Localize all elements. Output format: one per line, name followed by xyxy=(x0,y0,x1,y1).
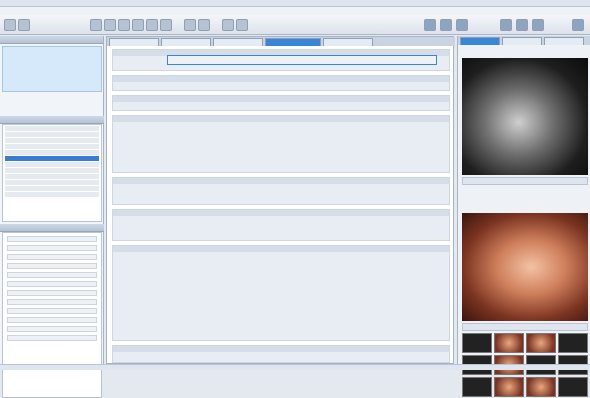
tree-row[interactable] xyxy=(5,126,99,131)
title-bar xyxy=(0,0,590,7)
toolbar-button-17[interactable] xyxy=(516,19,528,31)
indication-input[interactable] xyxy=(167,55,437,65)
toolbar-button-12[interactable] xyxy=(236,19,248,31)
tree-row[interactable] xyxy=(5,162,99,167)
toolbar-button-9[interactable] xyxy=(184,19,196,31)
detail-form xyxy=(2,232,102,398)
status-bar xyxy=(0,364,590,370)
report-tab[interactable] xyxy=(323,38,373,46)
patient-panel-header xyxy=(0,36,103,44)
tree-row-selected[interactable] xyxy=(5,156,99,161)
thumbnail[interactable] xyxy=(462,377,492,397)
thumbnail[interactable] xyxy=(558,377,588,397)
tree-row[interactable] xyxy=(5,138,99,143)
thumbnail[interactable] xyxy=(558,333,588,353)
patient-card[interactable] xyxy=(2,46,102,92)
detail-field[interactable] xyxy=(7,299,97,305)
tree-row[interactable] xyxy=(5,174,99,179)
tree-row[interactable] xyxy=(5,144,99,149)
toolbar-button-19[interactable] xyxy=(572,19,584,31)
detail-field[interactable] xyxy=(7,308,97,314)
exam-tree[interactable] xyxy=(2,124,102,222)
report-tab[interactable] xyxy=(161,38,211,46)
tree-row[interactable] xyxy=(5,180,99,185)
ultrasound-image[interactable] xyxy=(462,58,588,175)
image-tab-active[interactable] xyxy=(460,37,500,45)
detail-field[interactable] xyxy=(7,326,97,332)
main-toolbar xyxy=(0,15,590,35)
tree-row[interactable] xyxy=(5,150,99,155)
form-section xyxy=(112,245,450,341)
tree-row[interactable] xyxy=(5,186,99,191)
toolbar-button-8[interactable] xyxy=(160,19,172,31)
form-section xyxy=(112,95,450,111)
detail-field[interactable] xyxy=(7,263,97,269)
detail-field[interactable] xyxy=(7,317,97,323)
image-toolbar[interactable] xyxy=(462,323,588,331)
form-section xyxy=(112,177,450,205)
toolbar-button-4[interactable] xyxy=(104,19,116,31)
form-section xyxy=(112,115,450,173)
report-tab[interactable] xyxy=(109,38,159,46)
report-tab[interactable] xyxy=(213,38,263,46)
3d-render-image[interactable] xyxy=(462,213,588,321)
detail-field[interactable] xyxy=(7,245,97,251)
toolbar-button-16[interactable] xyxy=(500,19,512,31)
toolbar-button-5[interactable] xyxy=(118,19,130,31)
toolbar-button-14[interactable] xyxy=(440,19,452,31)
report-form xyxy=(106,36,455,364)
image-toolbar[interactable] xyxy=(462,177,588,185)
toolbar-button-10[interactable] xyxy=(198,19,210,31)
tree-row[interactable] xyxy=(5,168,99,173)
form-section xyxy=(112,75,450,91)
thumbnail[interactable] xyxy=(462,333,492,353)
toolbar-button-7[interactable] xyxy=(146,19,158,31)
report-tab-active[interactable] xyxy=(265,38,321,46)
report-tabs xyxy=(107,37,455,46)
thumbnail[interactable] xyxy=(494,333,524,353)
toolbar-button-1[interactable] xyxy=(4,19,16,31)
form-section xyxy=(112,345,450,363)
thumbnail[interactable] xyxy=(526,333,556,353)
form-section xyxy=(112,209,450,241)
left-sidebar xyxy=(0,36,104,398)
tree-row[interactable] xyxy=(5,132,99,137)
detail-field[interactable] xyxy=(7,290,97,296)
image-tab[interactable] xyxy=(544,37,584,45)
exam-tree-header xyxy=(0,116,104,124)
toolbar-button-2[interactable] xyxy=(18,19,30,31)
detail-panel-header xyxy=(0,224,104,232)
toolbar-button-6[interactable] xyxy=(132,19,144,31)
detail-field[interactable] xyxy=(7,281,97,287)
image-tab[interactable] xyxy=(502,37,542,45)
image-panel xyxy=(457,36,590,397)
menu-bar[interactable] xyxy=(0,7,590,15)
toolbar-button-15[interactable] xyxy=(456,19,468,31)
toolbar-button-13[interactable] xyxy=(424,19,436,31)
toolbar-button-11[interactable] xyxy=(222,19,234,31)
detail-field[interactable] xyxy=(7,254,97,260)
image-tabs xyxy=(458,36,590,45)
toolbar-button-18[interactable] xyxy=(532,19,544,31)
thumbnail[interactable] xyxy=(526,377,556,397)
detail-field[interactable] xyxy=(7,335,97,341)
tree-row[interactable] xyxy=(5,192,99,197)
toolbar-button-3[interactable] xyxy=(90,19,102,31)
thumbnail[interactable] xyxy=(494,377,524,397)
detail-field[interactable] xyxy=(7,236,97,242)
detail-field[interactable] xyxy=(7,272,97,278)
